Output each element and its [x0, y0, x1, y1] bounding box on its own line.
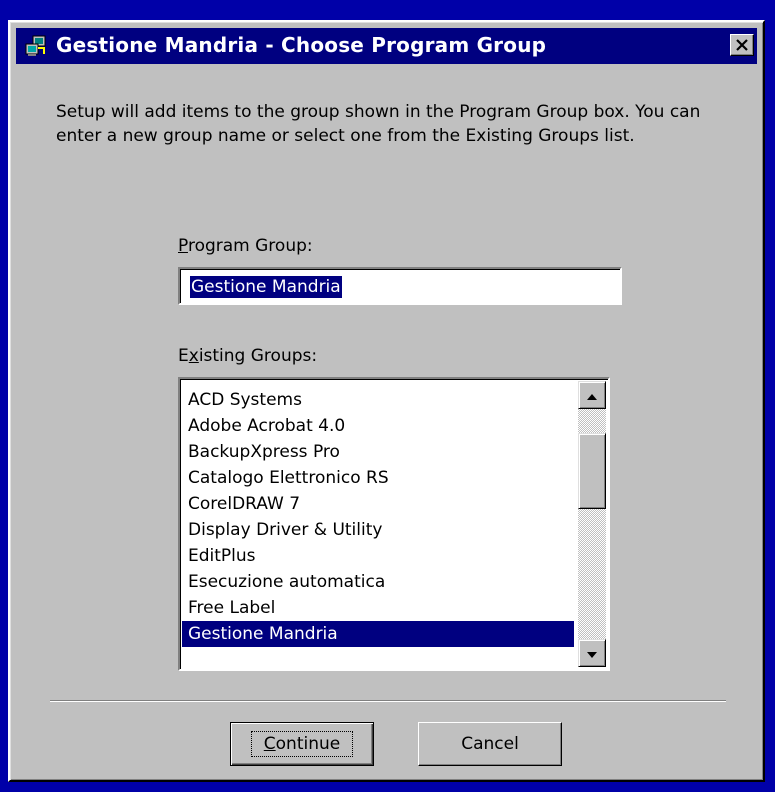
list-item[interactable]: Catalogo Elettronico RS: [182, 465, 574, 491]
arrow-up-icon: [586, 386, 598, 405]
list-item[interactable]: ACD Systems: [182, 387, 574, 413]
list-item[interactable]: Free Label: [182, 595, 574, 621]
list-item[interactable]: Display Driver & Utility: [182, 517, 574, 543]
continue-mnemonic: C: [263, 734, 276, 754]
list-item[interactable]: Adobe Acrobat 4.0: [182, 413, 574, 439]
cancel-button-label: Cancel: [461, 734, 519, 754]
choose-program-group-dialog: Gestione Mandria - Choose Program Group …: [8, 20, 765, 782]
window-title: Gestione Mandria - Choose Program Group: [56, 33, 547, 57]
program-group-value: Gestione Mandria: [190, 276, 342, 298]
scroll-down-button[interactable]: [578, 639, 606, 667]
scroll-thumb[interactable]: [578, 433, 606, 509]
list-item-selected[interactable]: Gestione Mandria: [182, 621, 574, 647]
existing-groups-label-rest: isting Groups:: [198, 346, 318, 366]
existing-groups-list[interactable]: ACD Systems Adobe Acrobat 4.0 BackupXpre…: [178, 377, 610, 671]
list-item[interactable]: Esecuzione automatica: [182, 569, 574, 595]
arrow-down-icon: [586, 644, 598, 663]
list-item[interactable]: CorelDRAW 7: [182, 491, 574, 517]
list-item[interactable]: BackupXpress Pro: [182, 439, 574, 465]
program-group-label: Program Group:: [178, 236, 313, 256]
program-group-input[interactable]: Gestione Mandria: [178, 267, 622, 305]
list-item[interactable]: EditPlus: [182, 543, 574, 569]
program-group-label-mnemonic: P: [178, 236, 188, 256]
continue-button-label: Continue: [250, 731, 354, 757]
continue-button[interactable]: Continue: [230, 722, 374, 766]
existing-groups-label-mnemonic: x: [188, 346, 199, 366]
cancel-button[interactable]: Cancel: [418, 722, 562, 766]
separator: [50, 700, 726, 702]
vertical-scrollbar[interactable]: [578, 381, 606, 667]
program-group-label-rest: rogram Group:: [187, 236, 313, 256]
existing-groups-items: ACD Systems Adobe Acrobat 4.0 BackupXpre…: [182, 387, 574, 647]
close-icon: [735, 36, 749, 55]
close-button[interactable]: [730, 34, 754, 56]
setup-icon: [24, 34, 48, 58]
existing-groups-label: Existing Groups:: [178, 346, 317, 366]
existing-groups-label-pre: E: [178, 346, 189, 366]
title-bar[interactable]: Gestione Mandria - Choose Program Group: [16, 28, 757, 64]
intro-text: Setup will add items to the group shown …: [56, 102, 701, 146]
continue-rest: ontinue: [275, 734, 341, 754]
scroll-up-button[interactable]: [578, 381, 606, 409]
